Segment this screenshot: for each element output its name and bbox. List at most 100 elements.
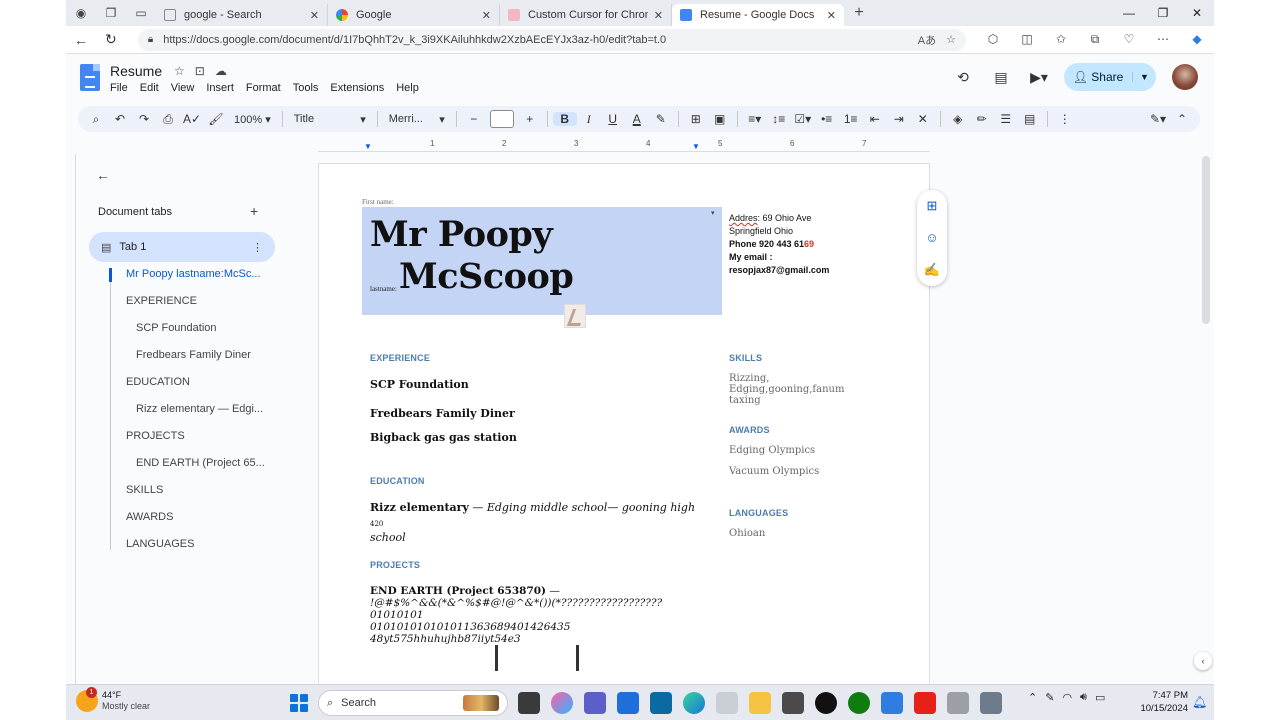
favorite-star-icon[interactable]: ☆ [946, 33, 956, 46]
browser-essentials-icon[interactable]: ♡ [1112, 32, 1146, 47]
checklist-icon[interactable]: ☑▾ [791, 112, 815, 126]
copilot-icon[interactable]: ◆ [1180, 32, 1214, 47]
numbered-list-icon[interactable]: 1≡ [839, 112, 863, 126]
add-emoji-reaction-icon[interactable]: ☺ [925, 230, 938, 245]
minimize-icon[interactable]: — [1112, 6, 1146, 20]
close-icon[interactable]: ✕ [827, 9, 836, 22]
highlight-icon[interactable]: ✎ [649, 112, 673, 126]
back-arrow-icon[interactable]: ← [96, 167, 110, 183]
close-icon[interactable]: ✕ [654, 9, 663, 22]
menu-tools[interactable]: Tools [293, 82, 319, 94]
close-icon[interactable]: ✕ [310, 9, 319, 22]
new-tab-button[interactable]: + [844, 4, 874, 22]
version-history-icon[interactable]: ⟲ [944, 69, 982, 86]
insert-image-icon[interactable]: ▣ [708, 112, 732, 126]
split-screen-icon[interactable]: ◫ [1010, 32, 1044, 47]
reload-icon[interactable]: ↻ [96, 31, 126, 48]
insert-comment-icon[interactable]: ⊞ [684, 112, 708, 126]
menu-help[interactable]: Help [396, 82, 419, 94]
hide-menus-icon[interactable]: ⌃ [1170, 112, 1194, 126]
redo-icon[interactable]: ↷ [132, 112, 156, 126]
share-button[interactable]: 👤︎ Share ▼ [1064, 63, 1156, 91]
share-dropdown-icon[interactable]: ▼ [1132, 72, 1156, 82]
show-hidden-icons-icon[interactable]: ⌃ [1028, 691, 1037, 704]
taskbar-search[interactable]: ⌕ Search [318, 690, 508, 716]
style-select[interactable]: Title ▾ [288, 113, 372, 126]
favorites-icon[interactable]: ✩ [1044, 32, 1078, 47]
browser-tab-custom-cursor[interactable]: Custom Cursor for Chrome™ - Cl ✕ [500, 4, 672, 26]
editing-mode-icon[interactable]: ✎▾ [1146, 112, 1170, 126]
star-icon[interactable]: ☆ [174, 64, 185, 78]
cloud-status-icon[interactable]: ☁ [215, 64, 227, 78]
print-icon[interactable]: ⎙ [156, 112, 180, 127]
app-icon[interactable] [782, 692, 804, 714]
extensions-icon[interactable]: ⬡ [976, 32, 1010, 47]
browser-tab-google[interactable]: Google ✕ [328, 4, 500, 26]
xbox-icon[interactable] [848, 692, 870, 714]
browser-tab-resume[interactable]: Resume - Google Docs ✕ [672, 4, 844, 26]
border-width-icon[interactable]: ☰ [994, 112, 1018, 126]
move-folder-icon[interactable]: ⊡ [195, 64, 205, 78]
app-icon[interactable] [716, 692, 738, 714]
app-icon[interactable] [881, 692, 903, 714]
undo-icon[interactable]: ↶ [108, 112, 132, 126]
suggest-edits-icon[interactable]: ✍ [924, 262, 940, 278]
wifi-icon[interactable]: ◠ [1062, 691, 1072, 704]
comments-icon[interactable]: ▤ [982, 69, 1020, 86]
menu-insert[interactable]: Insert [206, 82, 234, 94]
docs-logo-icon[interactable] [80, 64, 100, 91]
add-comment-icon[interactable]: ⊞ [927, 198, 938, 214]
vertical-scrollbar[interactable] [1202, 156, 1210, 324]
weather-widget[interactable]: 1 44°F Mostly clear [76, 687, 150, 712]
outline-item[interactable]: Mr Poopy lastname:McSc... [126, 268, 266, 280]
back-icon[interactable]: ← [66, 32, 96, 48]
bold-icon[interactable]: B [552, 112, 577, 126]
clear-formatting-icon[interactable]: ✕ [911, 112, 935, 126]
align-icon[interactable]: ≡▾ [743, 112, 767, 126]
font-size-input[interactable] [489, 110, 514, 128]
start-button-icon[interactable] [290, 694, 308, 712]
meet-icon[interactable]: ▶▾ [1020, 69, 1058, 86]
tab-actions-icon[interactable]: ▭ [126, 6, 156, 20]
right-indent-marker[interactable]: ▼ [692, 142, 700, 151]
collapse-side-panel-icon[interactable]: ‹ [1194, 652, 1212, 670]
border-color-icon[interactable]: ✏ [970, 112, 994, 126]
battery-icon[interactable]: ▭ [1095, 691, 1105, 704]
font-select[interactable]: Merri... ▾ [383, 113, 451, 126]
collections-icon[interactable]: ⧉ [1078, 32, 1112, 47]
paint-format-icon[interactable]: 🖌︎ [204, 112, 228, 126]
more-options-icon[interactable]: ⋮ [1053, 112, 1077, 126]
increase-indent-icon[interactable]: ⇥ [887, 112, 911, 126]
line-spacing-icon[interactable]: ↕≡ [767, 112, 791, 126]
tab-options-icon[interactable]: ⋮ [252, 241, 263, 254]
lock-icon[interactable]: 🔒︎ [148, 34, 153, 45]
outline-item[interactable]: PROJECTS [126, 430, 266, 442]
document-page[interactable]: First name: ▾ Mr Poopy lastname: McScoop… [318, 163, 930, 693]
task-view-icon[interactable] [518, 692, 540, 714]
outline-item[interactable]: EDUCATION [126, 376, 266, 388]
snipping-tool-icon[interactable] [980, 692, 1002, 714]
outline-item[interactable]: LANGUAGES [126, 538, 266, 550]
text-color-icon[interactable]: A [625, 112, 649, 126]
file-explorer-icon[interactable] [749, 692, 771, 714]
zoom-select[interactable]: 100% ▾ [228, 113, 277, 126]
edge-icon[interactable] [683, 692, 705, 714]
avatar[interactable] [1172, 64, 1198, 90]
decrease-font-size-icon[interactable]: − [462, 112, 486, 126]
copilot-app-icon[interactable] [551, 692, 573, 714]
outline-item[interactable]: Rizz elementary — Edgi... [136, 403, 276, 415]
close-icon[interactable]: ✕ [482, 9, 491, 22]
menu-file[interactable]: File [110, 82, 128, 94]
sidebar-tab-1[interactable]: ▤ Tab 1 ⋮ [89, 232, 275, 262]
url-field[interactable]: 🔒︎ https://docs.google.com/document/d/1I… [137, 28, 967, 51]
menu-format[interactable]: Format [246, 82, 281, 94]
menu-extensions[interactable]: Extensions [330, 82, 384, 94]
store-icon[interactable] [617, 692, 639, 714]
fill-color-icon[interactable]: ◈ [946, 112, 970, 126]
workspaces-icon[interactable]: ❐ [96, 6, 126, 20]
decrease-indent-icon[interactable]: ⇤ [863, 112, 887, 126]
close-window-icon[interactable]: ✕ [1180, 6, 1214, 20]
outline-item[interactable]: Fredbears Family Diner [136, 349, 276, 361]
maximize-icon[interactable]: ❐ [1146, 6, 1180, 20]
menu-edit[interactable]: Edit [140, 82, 159, 94]
